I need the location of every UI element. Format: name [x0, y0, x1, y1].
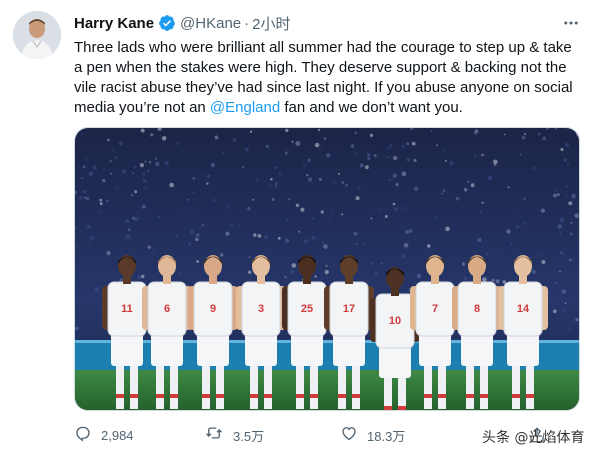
tweet-photo[interactable]: 11 6 9 3 25 17 10 7 8 14: [74, 127, 580, 411]
tweet-text-part: fan and we don’t want you.: [280, 99, 463, 116]
reply-icon: [74, 424, 92, 447]
handle[interactable]: @HKane: [180, 15, 241, 32]
shirt-number: 25: [301, 303, 313, 315]
tweet-text: Three lads who were brilliant all summer…: [74, 38, 584, 118]
like-count: 18.3万: [367, 428, 406, 444]
retweet-icon: [204, 424, 224, 447]
shirt-number: 6: [164, 303, 170, 315]
timestamp[interactable]: 2小时: [252, 13, 290, 34]
verified-badge-icon: [158, 14, 176, 32]
shirt-number: 10: [389, 315, 401, 327]
separator-dot: ·: [244, 14, 250, 32]
retweet-count: 3.5万: [233, 428, 265, 444]
reply-button[interactable]: 2,984: [74, 424, 134, 446]
mention-link[interactable]: @England: [210, 99, 280, 116]
like-button[interactable]: 18.3万: [340, 424, 405, 446]
tweet-card[interactable]: Harry Kane @HKane · 2小时 Three lads who w…: [0, 0, 601, 461]
watermark: 头条 @光焰体育: [482, 430, 585, 446]
tweet-header: Harry Kane @HKane · 2小时: [74, 13, 290, 33]
retweet-button[interactable]: 3.5万: [204, 424, 264, 446]
shirt-number: 3: [258, 303, 264, 315]
more-icon[interactable]: [561, 13, 581, 33]
shirt-number: 17: [343, 303, 355, 315]
avatar[interactable]: [13, 11, 61, 59]
shirt-number: 11: [121, 303, 133, 315]
team-photo: 11 6 9 3 25 17 10 7 8 14: [75, 128, 579, 410]
shirt-number: 14: [517, 303, 530, 315]
shirt-number: 7: [432, 303, 438, 315]
heart-icon: [340, 424, 358, 447]
display-name[interactable]: Harry Kane: [74, 15, 154, 32]
shirt-number: 8: [474, 303, 480, 315]
reply-count: 2,984: [101, 427, 134, 443]
shirt-number: 9: [210, 303, 216, 315]
